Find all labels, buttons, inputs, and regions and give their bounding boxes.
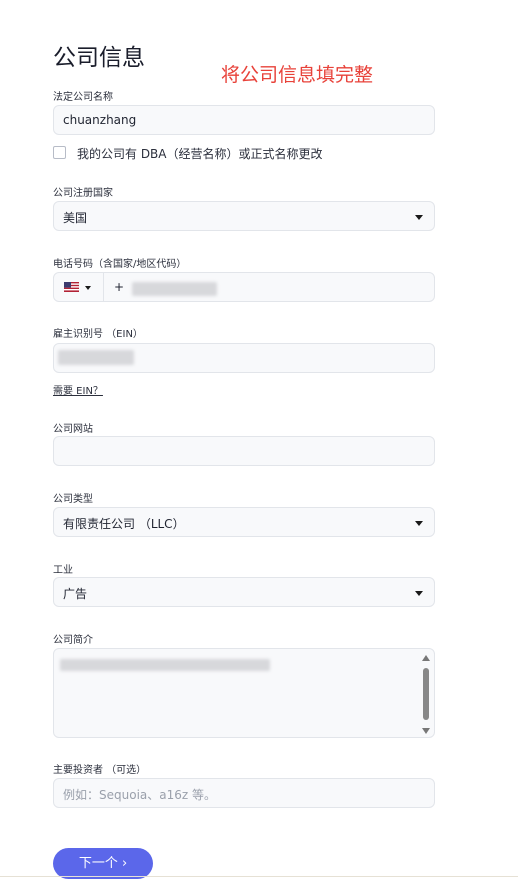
investors-placeholder: 例如：Sequoia、a16z 等。 <box>63 788 216 802</box>
ein-label: 雇主识别号 （EIN） <box>53 329 143 340</box>
us-flag-icon <box>64 282 79 292</box>
phone-label: 电话号码（含国家/地区代码） <box>53 259 187 270</box>
phone-field[interactable]: + <box>53 272 435 302</box>
country-select[interactable]: 美国 <box>53 201 435 231</box>
company-type-label: 公司类型 <box>53 494 93 505</box>
scrollbar[interactable] <box>421 651 432 735</box>
description-label: 公司简介 <box>53 635 93 646</box>
legal-name-label: 法定公司名称 <box>53 92 113 103</box>
chevron-down-icon <box>415 591 423 596</box>
legal-name-value: chuanzhang <box>63 113 137 127</box>
website-label: 公司网站 <box>53 424 93 435</box>
redacted-description-text <box>60 659 270 671</box>
investors-label: 主要投资者 （可选） <box>53 765 147 776</box>
dba-checkbox[interactable] <box>53 146 66 159</box>
scrollbar-thumb[interactable] <box>423 668 429 720</box>
ein-input[interactable] <box>53 343 435 373</box>
page-title: 公司信息 <box>53 45 145 71</box>
industry-select[interactable]: 广告 <box>53 577 435 607</box>
chevron-down-icon <box>415 215 423 220</box>
dba-checkbox-label: 我的公司有 DBA（经营名称）或正式名称更改 <box>77 147 323 161</box>
company-type-select[interactable]: 有限责任公司 （LLC） <box>53 507 435 537</box>
instruction-annotation: 将公司信息填完整 <box>221 64 374 86</box>
description-textarea[interactable] <box>53 648 435 738</box>
website-input[interactable] <box>53 436 435 466</box>
phone-prefix: + <box>114 280 125 294</box>
country-value: 美国 <box>63 211 88 225</box>
legal-name-input[interactable]: chuanzhang <box>53 105 435 135</box>
divider <box>0 876 518 877</box>
next-button[interactable]: 下一个 › <box>53 848 153 879</box>
redacted-ein <box>58 350 134 365</box>
country-code-select[interactable] <box>54 273 104 301</box>
industry-value: 广告 <box>63 587 88 601</box>
company-type-value: 有限责任公司 （LLC） <box>63 517 185 531</box>
chevron-down-icon <box>85 286 91 290</box>
chevron-down-icon <box>415 521 423 526</box>
redacted-phone-number <box>132 282 217 296</box>
need-ein-link[interactable]: 需要 EIN？ <box>53 382 103 397</box>
scroll-down-icon[interactable] <box>422 728 430 734</box>
country-label: 公司注册国家 <box>53 188 113 199</box>
scroll-up-icon[interactable] <box>422 655 430 661</box>
investors-input[interactable]: 例如：Sequoia、a16z 等。 <box>53 778 435 808</box>
industry-label: 工业 <box>53 565 73 576</box>
